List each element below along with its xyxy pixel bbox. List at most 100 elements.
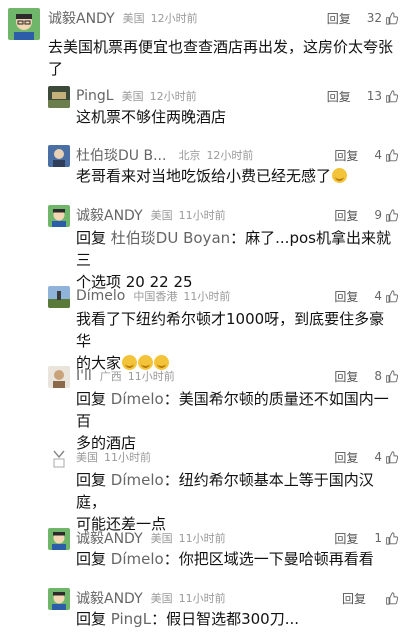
reply-item: 杜伯琰DU B... 北京 12小时前 回复 4 老哥看来对当地吃饭给小费已经无… — [0, 145, 408, 191]
reply-prefix: 回复 — [76, 610, 107, 628]
comment-text: 回复 Dímelo：你把区域选一下曼哈顿再看看 — [76, 548, 396, 570]
reply-button[interactable]: 回复 — [327, 88, 351, 105]
thumbs-up-icon — [386, 11, 398, 25]
comment-item: 诚毅ANDY 美国 12小时前 回复 32 去美国机票再便宜也查查酒店再出发，这… — [0, 8, 408, 78]
comment-line: 回复 PingL：假日智选都300刀... — [76, 608, 396, 630]
comment-actions: 回复 13 — [327, 86, 398, 106]
reply-item: I'll 广西 11小时前 回复 8 回复 Dímelo：美国希尔顿的质量还不如… — [0, 366, 408, 452]
region-label: 美国 — [122, 12, 145, 25]
thumbs-up-icon — [386, 450, 398, 464]
comment-actions: 回复 9 — [334, 205, 398, 225]
timestamp: 11小时前 — [178, 209, 226, 222]
reply-item: 诚毅ANDY 美国 11小时前 回复 9 回复 杜伯琰DU Boyan：麻了..… — [0, 205, 408, 291]
author-name[interactable]: 诚毅ANDY — [76, 588, 143, 608]
reply-prefix: 回复 — [76, 550, 107, 568]
timestamp: 11小时前 — [178, 532, 226, 545]
like-button[interactable]: 13 — [367, 89, 398, 103]
comment-line-text: 老哥看来对当地吃饭给小费已经无感了 — [76, 167, 332, 185]
timestamp: 11小时前 — [178, 592, 226, 605]
region-label: 美国 — [150, 209, 173, 222]
like-count: 8 — [374, 369, 382, 383]
reply-item: Dímelo 中国香港 11小时前 回复 4 我看了下纽约希尔顿才1000呀，到… — [0, 286, 408, 372]
reply-target[interactable]: Dímelo — [111, 390, 164, 408]
comment-line: 回复 Dímelo：纽约希尔顿基本上等于国内汉庭， — [76, 469, 396, 513]
comment-actions: 回复 — [342, 588, 398, 608]
region-label: 广西 — [99, 370, 122, 383]
like-count: 4 — [374, 450, 382, 464]
reply-button[interactable]: 回复 — [327, 10, 351, 27]
like-count: 32 — [366, 11, 382, 25]
author-name[interactable]: Dímelo — [76, 288, 125, 304]
author-name[interactable]: 诚毅ANDY — [48, 8, 115, 28]
comment-actions: 回复 4 — [334, 145, 398, 165]
avatar[interactable] — [48, 366, 70, 388]
comment-meta: Dímelo 中国香港 11小时前 — [76, 286, 230, 306]
reply-button[interactable]: 回复 — [342, 590, 366, 607]
reply-prefix: 回复 — [76, 229, 107, 247]
reply-button[interactable]: 回复 — [334, 368, 358, 385]
reply-target[interactable]: 杜伯琰DU Boyan — [111, 229, 230, 247]
comment-text: 回复 Dímelo：纽约希尔顿基本上等于国内汉庭， 可能还差一点 — [76, 469, 396, 535]
like-count: 1 — [374, 531, 382, 545]
avatar[interactable] — [48, 588, 70, 610]
author-name[interactable]: I'll — [76, 368, 92, 384]
like-button[interactable]: 8 — [374, 369, 398, 383]
thumbs-up-icon — [386, 208, 398, 222]
reply-button[interactable]: 回复 — [334, 288, 358, 305]
reply-button[interactable]: 回复 — [334, 207, 358, 224]
reply-prefix: 回复 — [76, 390, 107, 408]
reply-target[interactable]: PingL — [111, 610, 151, 628]
reply-target[interactable]: Dímelo — [111, 550, 164, 568]
timestamp: 12小时前 — [150, 12, 198, 25]
reply-target[interactable]: Dímelo — [111, 471, 164, 489]
comment-meta: PingL 美国 12小时前 — [76, 86, 197, 106]
avatar[interactable] — [48, 528, 70, 550]
comment-line-text: ：假日智选都300刀... — [151, 610, 300, 628]
reply-button[interactable]: 回复 — [334, 147, 358, 164]
author-name[interactable]: 诚毅ANDY — [76, 528, 143, 548]
avatar[interactable] — [48, 286, 70, 308]
timestamp: 11小时前 — [104, 451, 151, 464]
avatar[interactable] — [48, 86, 70, 108]
like-button[interactable]: 9 — [374, 208, 398, 222]
author-name[interactable]: 诚毅ANDY — [76, 205, 143, 225]
comment-meta: 诚毅ANDY 美国 11小时前 — [76, 528, 226, 548]
thumbs-up-icon — [386, 591, 398, 605]
like-button[interactable] — [382, 591, 398, 605]
reply-button[interactable]: 回复 — [334, 530, 358, 547]
thumbs-up-icon — [386, 89, 398, 103]
comment-thread: 诚毅ANDY 美国 12小时前 回复 32 去美国机票再便宜也查查酒店再出发，这… — [0, 0, 408, 636]
comment-line: 去美国机票再便宜也查查酒店再出发，这房价太夸张 — [48, 38, 394, 56]
thumbs-up-icon — [386, 531, 398, 545]
region-label: 北京 — [178, 149, 201, 162]
comment-actions: 回复 8 — [334, 366, 398, 386]
comment-meta: 诚毅ANDY 美国 11小时前 — [76, 205, 226, 225]
comment-actions: 回复 1 — [334, 528, 398, 548]
comment-meta: 杜伯琰DU B... 北京 12小时前 — [76, 145, 253, 165]
timestamp: 12小时前 — [206, 149, 254, 162]
author-name[interactable]: 杜伯琰DU B... — [76, 145, 166, 165]
avatar[interactable] — [48, 447, 70, 469]
avatar[interactable] — [8, 8, 40, 40]
like-button[interactable]: 4 — [374, 289, 398, 303]
comment-meta: 美国 11小时前 — [76, 447, 151, 467]
avatar[interactable] — [48, 145, 70, 167]
timestamp: 11小时前 — [127, 370, 175, 383]
comment-meta: 诚毅ANDY 美国 12小时前 — [48, 8, 198, 28]
comment-actions: 回复 4 — [334, 447, 398, 467]
comment-line: 老哥看来对当地吃饭给小费已经无感了 — [76, 165, 396, 187]
like-button[interactable]: 32 — [367, 11, 398, 25]
comment-actions: 回复 4 — [334, 286, 398, 306]
like-button[interactable]: 4 — [374, 450, 398, 464]
timestamp: 12小时前 — [149, 90, 197, 103]
reply-item: PingL 美国 12小时前 回复 13 这机票不够住两晚酒店 — [0, 86, 408, 132]
comment-line: 这机票不够住两晚酒店 — [76, 108, 227, 126]
author-name[interactable]: PingL — [76, 88, 114, 104]
reply-button[interactable]: 回复 — [334, 449, 358, 466]
avatar[interactable] — [48, 205, 70, 227]
region-label: 中国香港 — [133, 290, 178, 303]
comment-meta: 诚毅ANDY 美国 11小时前 — [76, 588, 226, 608]
like-count: 4 — [374, 289, 382, 303]
like-button[interactable]: 4 — [374, 148, 398, 162]
like-button[interactable]: 1 — [374, 531, 398, 545]
